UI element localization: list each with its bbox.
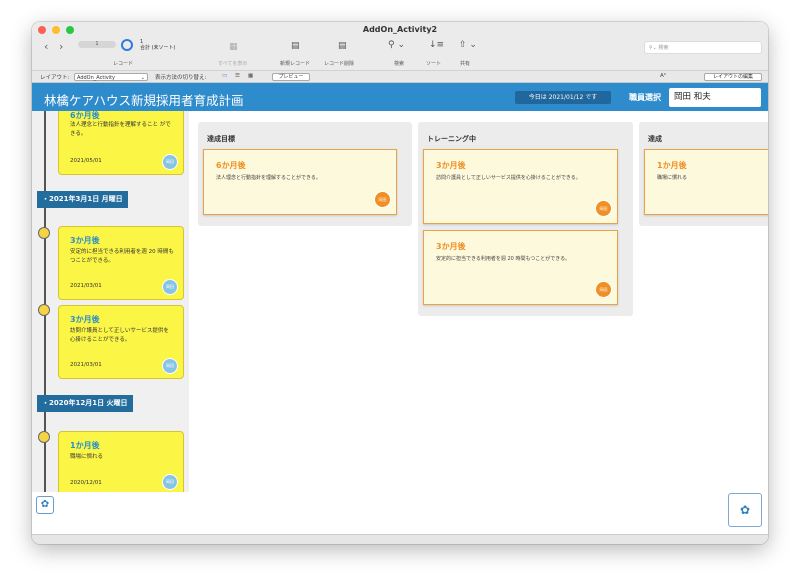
avatar: 岡田 bbox=[374, 191, 391, 208]
date-group-header: ・2021年3月1日 月曜日 bbox=[37, 191, 128, 208]
chevron-down-icon: ⌄ bbox=[140, 75, 145, 81]
column-title: トレーニング中 bbox=[427, 135, 476, 143]
record-total-note: 合計 (未ソート) bbox=[140, 45, 176, 51]
card-date: 2020/12/01 bbox=[70, 480, 102, 486]
column-title: 達成目標 bbox=[207, 135, 235, 143]
date-group-header: ・2020年12月1日 火曜日 bbox=[37, 395, 133, 412]
main-content: 6か月後 法人理念と行動指針を理解すること ができる。 2021/05/01 岡… bbox=[32, 111, 768, 492]
staff-select-field[interactable]: 岡田 和夫 bbox=[669, 88, 761, 107]
card-title: 3か月後 bbox=[70, 315, 100, 324]
avatar: 岡田 bbox=[162, 154, 178, 170]
card-description: 法人理念と行動指針を理解すること ができる。 bbox=[70, 122, 171, 137]
show-all-icon[interactable]: ▦ bbox=[229, 42, 238, 52]
edit-layout-button[interactable]: レイアウトの編集 bbox=[704, 73, 762, 81]
timeline-card[interactable]: 1か月後 職場に慣れる 2020/12/01 岡田 bbox=[58, 431, 184, 492]
timeline-card[interactable]: 6か月後 法人理念と行動指針を理解すること ができる。 2021/05/01 岡… bbox=[58, 111, 184, 175]
card-title: 3か月後 bbox=[436, 161, 466, 170]
card-date: 2021/05/01 bbox=[70, 158, 102, 164]
gear-icon[interactable]: ✿ bbox=[728, 493, 762, 527]
share-icon[interactable]: ⇧ ⌄ bbox=[459, 40, 477, 50]
form-view-icon[interactable]: ▭ bbox=[222, 73, 227, 79]
timeline-dot bbox=[38, 227, 50, 239]
timeline-card[interactable]: 3か月後 安定的に担当できる利用者を週 20 時間もつことができる。 2021/… bbox=[58, 226, 184, 300]
delete-record-icon[interactable]: ▤ bbox=[338, 41, 347, 51]
record-total: 1 合計 (未ソート) bbox=[140, 39, 176, 51]
timeline-panel[interactable]: 6か月後 法人理念と行動指針を理解すること ができる。 2021/05/01 岡… bbox=[32, 111, 189, 492]
chevron-left-icon[interactable]: ‹ bbox=[44, 40, 48, 53]
column-training: トレーニング中 3か月後 訪問介護員として正しいサービス提供を心掛けることができ… bbox=[418, 122, 633, 316]
avatar: 岡田 bbox=[162, 474, 178, 490]
card-description: 訪問介護員として正しいサービス提供を心掛けることができる。 bbox=[70, 328, 169, 343]
card-description: 職場に慣れる bbox=[70, 454, 104, 460]
avatar: 岡田 bbox=[162, 279, 178, 295]
card-description: 職場に慣れる bbox=[657, 175, 688, 181]
page-title: 林檎ケアハウス新規採用者育成計画 bbox=[44, 93, 244, 108]
sort-label[interactable]: ソート bbox=[426, 60, 441, 67]
page-header: 林檎ケアハウス新規採用者育成計画 今日は 2021/01/12 です 職員選択 … bbox=[32, 83, 768, 111]
gear-icon[interactable]: ✿ bbox=[36, 496, 54, 514]
card-title: 1か月後 bbox=[70, 441, 100, 450]
card-date: 2021/03/01 bbox=[70, 362, 102, 368]
timeline-dot bbox=[38, 304, 50, 316]
board-card[interactable]: 1か月後 職場に慣れる bbox=[644, 149, 768, 215]
share-label[interactable]: 共有 bbox=[460, 60, 470, 67]
avatar: 岡田 bbox=[162, 358, 178, 374]
column-achieved: 達成 1か月後 職場に慣れる bbox=[639, 122, 768, 226]
sort-icon[interactable]: ↓≡ bbox=[429, 40, 444, 50]
status-bar bbox=[32, 534, 768, 544]
board-card[interactable]: 3か月後 訪問介護員として正しいサービス提供を心掛けることができる。 岡田 bbox=[423, 149, 618, 224]
layout-bar: レイアウト: AddOn_Activity ⌄ 表示方法の切り替え: ▭ ☰ ▦ … bbox=[32, 70, 768, 83]
board-card[interactable]: 3か月後 安定的に担当できる利用者を週 20 時間もつことができる。 岡田 bbox=[423, 230, 618, 305]
view-as-label: 表示方法の切り替え: bbox=[155, 75, 207, 81]
chevron-right-icon[interactable]: › bbox=[59, 40, 63, 53]
timeline-card[interactable]: 3か月後 訪問介護員として正しいサービス提供を心掛けることができる。 2021/… bbox=[58, 305, 184, 379]
card-title: 3か月後 bbox=[436, 242, 466, 251]
record-slider[interactable]: 1 bbox=[78, 41, 116, 48]
column-title: 達成 bbox=[648, 135, 662, 143]
table-view-icon[interactable]: ▦ bbox=[248, 73, 253, 79]
record-current[interactable]: 1 bbox=[95, 41, 98, 47]
app-window: AddOn_Activity2 ‹ › 1 1 合計 (未ソート) レコード ▦… bbox=[32, 22, 768, 544]
today-badge: 今日は 2021/01/12 です bbox=[515, 91, 611, 104]
records-label: レコード bbox=[113, 61, 134, 67]
column-goal: 達成目標 6か月後 法人理念と行動指針を理解することができる。 岡田 bbox=[198, 122, 412, 226]
card-title: 6か月後 bbox=[70, 111, 100, 120]
list-view-icon[interactable]: ☰ bbox=[235, 73, 240, 79]
card-date: 2021/03/01 bbox=[70, 283, 102, 289]
find-label[interactable]: 検索 bbox=[394, 60, 404, 67]
card-description: 訪問介護員として正しいサービス提供を心掛けることができる。 bbox=[436, 175, 581, 181]
avatar: 岡田 bbox=[595, 200, 612, 217]
card-description: 安定的に担当できる利用者を週 20 時間もつことができる。 bbox=[436, 256, 571, 262]
layout-select-value: AddOn_Activity bbox=[77, 75, 115, 81]
new-record-label[interactable]: 新規レコード bbox=[280, 60, 310, 67]
show-all-label[interactable]: すべてを表示 bbox=[218, 60, 247, 67]
search-placeholder: 検索 bbox=[658, 45, 669, 51]
layout-label: レイアウト: bbox=[40, 75, 70, 81]
search-field[interactable]: ⚲⌄ 検索 bbox=[644, 41, 762, 54]
magnifier-icon[interactable]: ⚲ ⌄ bbox=[388, 40, 405, 50]
card-title: 1か月後 bbox=[657, 161, 687, 170]
font-size-icon[interactable]: A² bbox=[660, 73, 666, 79]
record-pie-icon bbox=[121, 39, 133, 51]
card-description: 安定的に担当できる利用者を週 20 時間もつことができる。 bbox=[70, 249, 174, 264]
card-title: 3か月後 bbox=[70, 236, 100, 245]
card-title: 6か月後 bbox=[216, 161, 246, 170]
window-title: AddOn_Activity2 bbox=[362, 25, 438, 34]
timeline-dot bbox=[38, 431, 50, 443]
title-toolbar: AddOn_Activity2 ‹ › 1 1 合計 (未ソート) レコード ▦… bbox=[32, 22, 768, 70]
card-description: 法人理念と行動指針を理解することができる。 bbox=[216, 175, 321, 181]
preview-button[interactable]: プレビュー bbox=[272, 73, 310, 81]
delete-record-label[interactable]: レコード削除 bbox=[324, 60, 354, 67]
new-record-icon[interactable]: ▤ bbox=[291, 41, 300, 51]
staff-select-label: 職員選択 bbox=[629, 93, 661, 102]
avatar: 岡田 bbox=[595, 281, 612, 298]
layout-select[interactable]: AddOn_Activity ⌄ bbox=[74, 73, 148, 81]
footer: ✿ ✿ bbox=[32, 492, 768, 534]
board-card[interactable]: 6か月後 法人理念と行動指針を理解することができる。 岡田 bbox=[203, 149, 397, 215]
